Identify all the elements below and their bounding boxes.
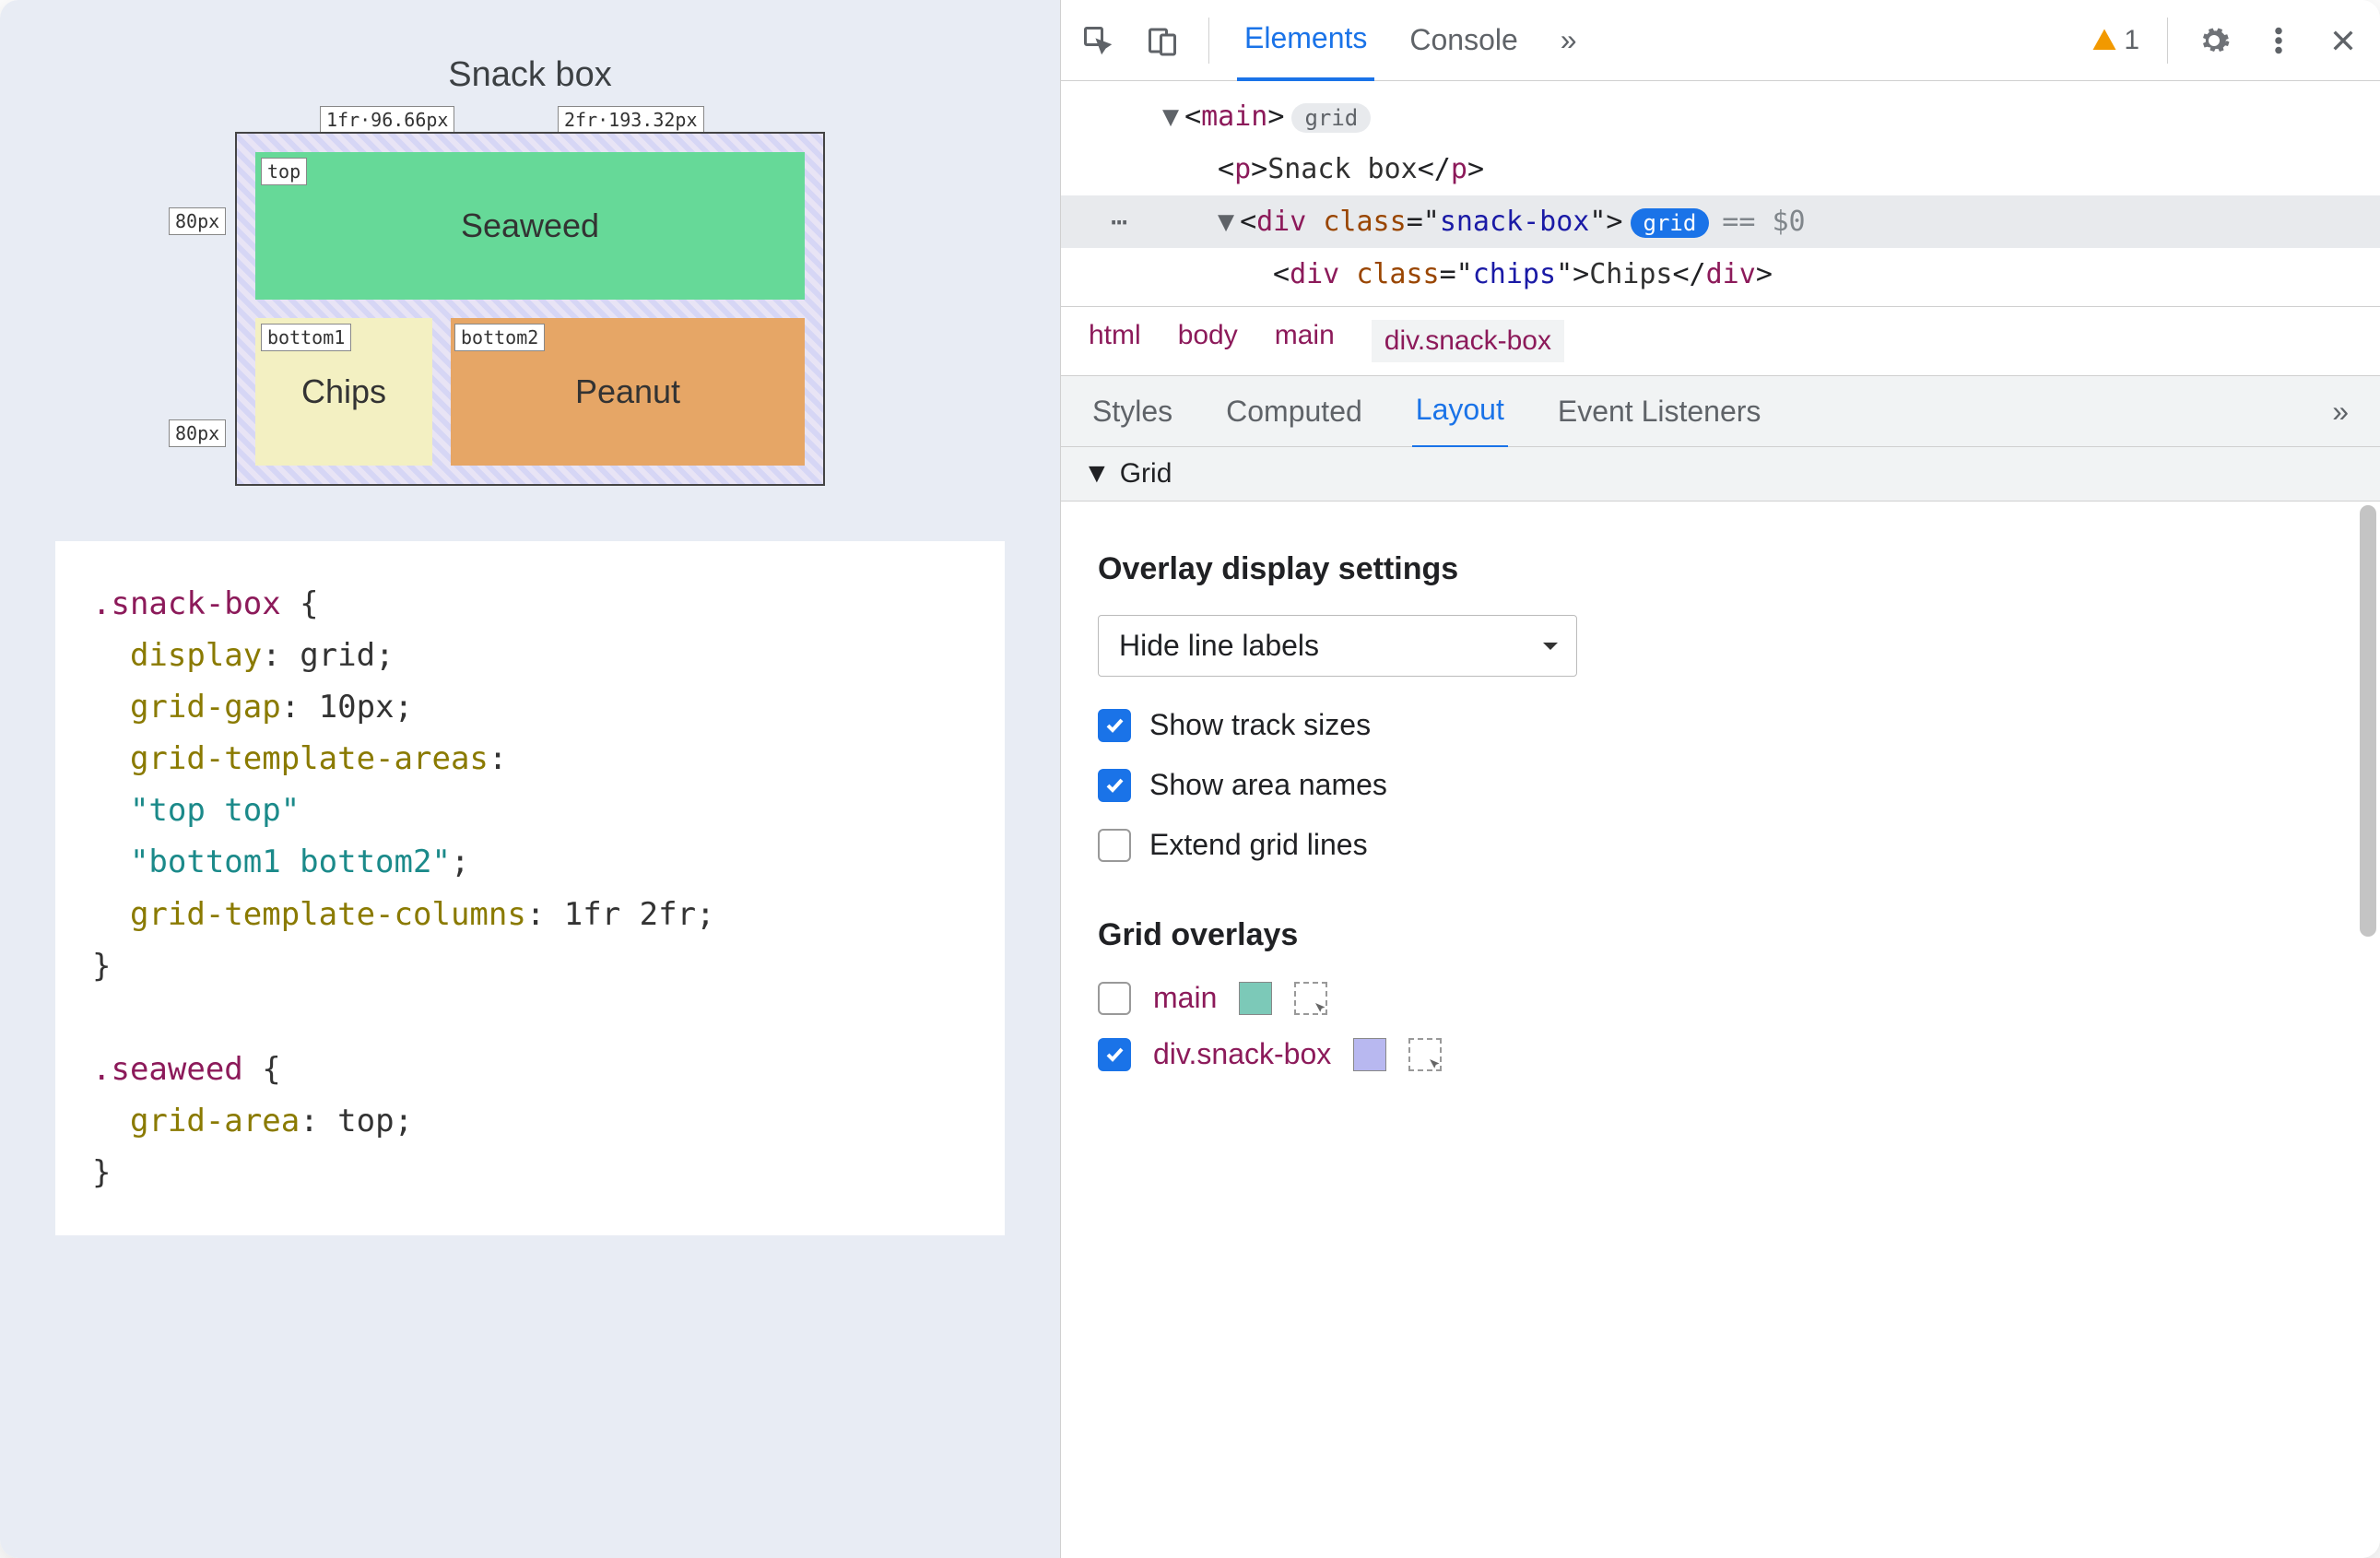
crumb-main[interactable]: main — [1275, 320, 1335, 362]
overlay-row-snackbox: div.snack-box — [1098, 1037, 2343, 1071]
col-label-1: 1fr·96.66px — [320, 106, 454, 134]
highlight-icon[interactable] — [1294, 982, 1327, 1015]
checkbox-extend-lines-row[interactable]: Extend grid lines — [1098, 828, 2343, 862]
overlay-checkbox-snackbox[interactable] — [1098, 1038, 1131, 1071]
warning-badge[interactable]: 1 — [2091, 25, 2139, 56]
highlight-icon[interactable] — [1408, 1038, 1442, 1071]
dom-chips[interactable]: <div class="chips">Chips</div> — [1162, 248, 2380, 301]
tab-more[interactable]: » — [1553, 1, 1585, 79]
tab-console[interactable]: Console — [1402, 1, 1525, 79]
inspect-icon[interactable] — [1079, 22, 1116, 59]
subtab-more[interactable]: » — [2328, 376, 2352, 447]
checkbox-track-sizes-row[interactable]: Show track sizes — [1098, 708, 2343, 742]
devtools-panel: Elements Console » 1 ▼ — [1060, 0, 2380, 1558]
overlay-name-snackbox[interactable]: div.snack-box — [1153, 1037, 1331, 1071]
css-code-block: .snack-box { display: grid; grid-gap: 10… — [55, 541, 1005, 1235]
snack-box-grid: top bottom1 bottom2 Seaweed Chips Peanut — [235, 132, 825, 486]
cell-seaweed: Seaweed — [255, 152, 805, 300]
checkbox-track-sizes[interactable] — [1098, 709, 1131, 742]
close-icon[interactable] — [2325, 22, 2362, 59]
dom-selected-div[interactable]: ⋯ ▼<div class="snack-box">grid== $0 — [1061, 195, 2380, 248]
overlay-checkbox-main[interactable] — [1098, 982, 1131, 1015]
dom-tree[interactable]: ▼<main>grid <p>Snack box</p> ⋯ ▼<div cla… — [1061, 81, 2380, 306]
line-labels-select[interactable]: Hide line labels — [1098, 615, 1577, 677]
row-label-1: 80px — [169, 207, 226, 235]
disclosure-triangle-icon: ▼ — [1083, 458, 1111, 490]
overlay-name-main[interactable]: main — [1153, 981, 1217, 1015]
subtab-styles[interactable]: Styles — [1089, 376, 1176, 447]
gear-icon[interactable] — [2196, 22, 2233, 59]
col-label-2: 2fr·193.32px — [558, 106, 704, 134]
page-title: Snack box — [55, 55, 1005, 95]
styles-subtabs: Styles Computed Layout Event Listeners » — [1061, 375, 2380, 447]
devtools-toolbar: Elements Console » 1 — [1061, 0, 2380, 81]
swatch-snackbox[interactable] — [1353, 1038, 1386, 1071]
area-label-top: top — [261, 158, 307, 185]
overlay-settings-title: Overlay display settings — [1098, 551, 2343, 587]
swatch-main[interactable] — [1239, 982, 1272, 1015]
tab-elements[interactable]: Elements — [1237, 0, 1374, 81]
overlay-row-main: main — [1098, 981, 2343, 1015]
subtab-listeners[interactable]: Event Listeners — [1554, 376, 1765, 447]
layout-panel: Overlay display settings Hide line label… — [1061, 502, 2380, 1125]
crumb-div[interactable]: div.snack-box — [1372, 320, 1564, 362]
checkbox-area-names-row[interactable]: Show area names — [1098, 768, 2343, 802]
area-label-bottom1: bottom1 — [261, 324, 351, 351]
area-label-bottom2: bottom2 — [454, 324, 545, 351]
page-viewport: Snack box 1fr·96.66px 2fr·193.32px 80px … — [0, 0, 1060, 1558]
subtab-layout[interactable]: Layout — [1412, 374, 1508, 449]
crumb-html[interactable]: html — [1089, 320, 1141, 362]
dom-main[interactable]: ▼<main>grid — [1162, 90, 2380, 143]
crumb-body[interactable]: body — [1178, 320, 1238, 362]
subtab-computed[interactable]: Computed — [1222, 376, 1366, 447]
row-label-2: 80px — [169, 419, 226, 447]
checkbox-extend-lines[interactable] — [1098, 829, 1131, 862]
dom-p[interactable]: <p>Snack box</p> — [1162, 143, 2380, 195]
checkbox-area-names[interactable] — [1098, 769, 1131, 802]
grid-section-header[interactable]: ▼ Grid — [1061, 447, 2380, 502]
grid-overlays-title: Grid overlays — [1098, 917, 2343, 953]
hover-actions-icon[interactable]: ⋯ — [1111, 195, 1127, 248]
device-toggle-icon[interactable] — [1144, 22, 1181, 59]
grid-inspector-overlay: 1fr·96.66px 2fr·193.32px 80px 80px top b… — [235, 132, 825, 486]
kebab-icon[interactable] — [2260, 22, 2297, 59]
scrollbar-thumb[interactable] — [2360, 505, 2376, 937]
breadcrumb[interactable]: html body main div.snack-box — [1061, 306, 2380, 375]
scrollbar[interactable] — [2360, 505, 2376, 1121]
